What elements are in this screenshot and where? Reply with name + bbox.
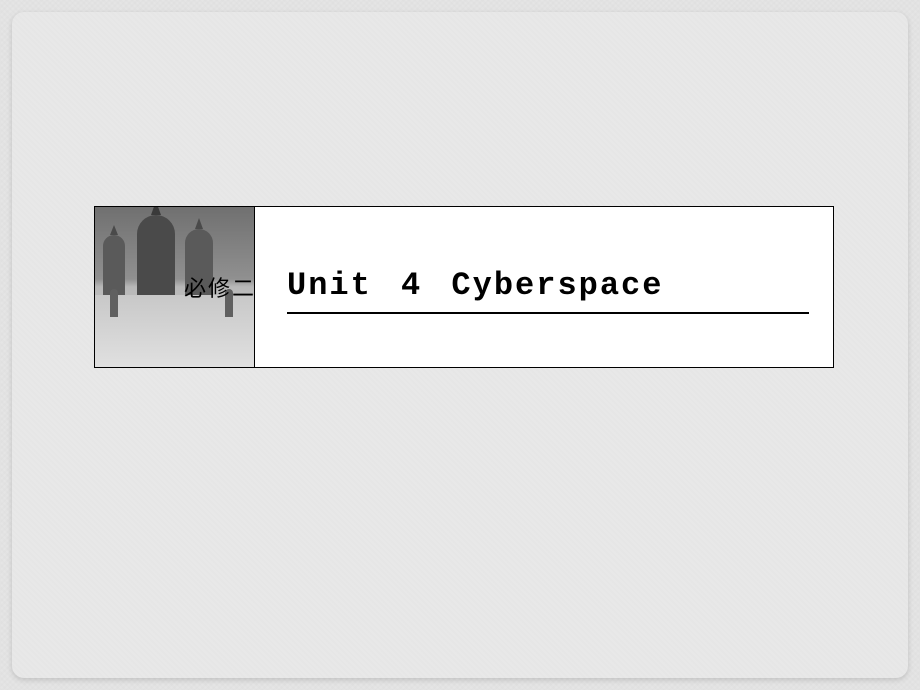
building-tower bbox=[103, 235, 125, 295]
slide-container: 必修二 Unit 4 Cyberspace bbox=[12, 12, 908, 678]
unit-title: Unit 4 Cyberspace bbox=[287, 225, 809, 314]
category-label: 必修二 bbox=[184, 271, 255, 303]
thumbnail-image: 必修二 bbox=[95, 207, 255, 367]
building-tower bbox=[137, 215, 175, 295]
content-block: 必修二 Unit 4 Cyberspace bbox=[94, 206, 834, 368]
title-section: Unit 4 Cyberspace bbox=[255, 207, 833, 367]
tree-icon bbox=[110, 289, 118, 317]
